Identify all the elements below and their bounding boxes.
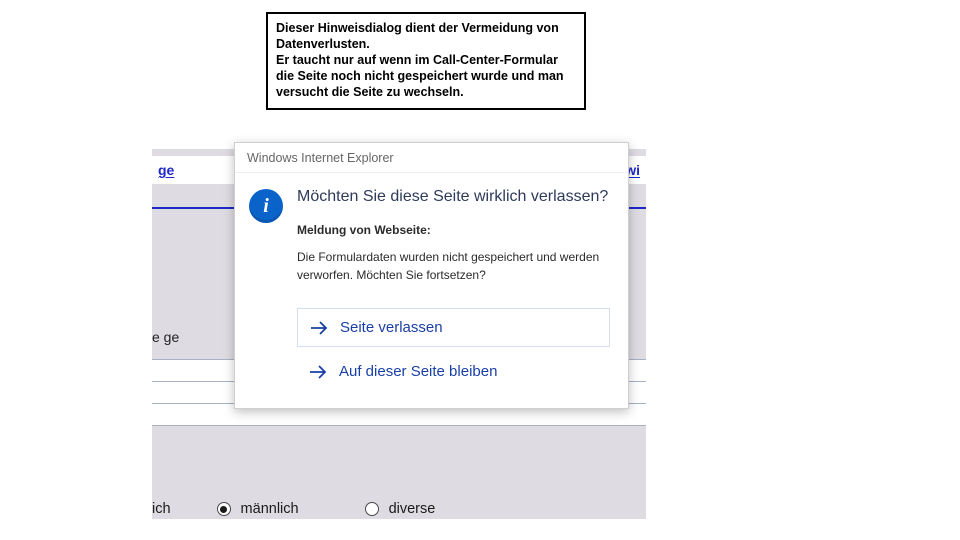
info-glyph: i	[263, 195, 269, 218]
radio-male-label: männlich	[241, 501, 299, 517]
explanation-line-2: Er taucht nur auf wenn im Call-Center-Fo…	[276, 53, 564, 99]
explanation-line-1: Dieser Hinweisdialog dient der Vermeidun…	[276, 21, 559, 51]
stay-on-page-button[interactable]: Auf dieser Seite bleiben	[297, 353, 610, 390]
dialog-subheading: Meldung von Webseite:	[297, 223, 610, 237]
gender-radio-group: ich männlich diverse	[152, 501, 435, 517]
radio-diverse-label: diverse	[389, 501, 436, 517]
explanation-box: Dieser Hinweisdialog dient der Vermeidun…	[266, 12, 586, 110]
leave-page-label: Seite verlassen	[340, 319, 443, 336]
leave-page-button[interactable]: Seite verlassen	[297, 308, 610, 347]
arrow-right-icon	[310, 321, 330, 335]
arrow-right-icon	[309, 365, 329, 379]
info-icon: i	[249, 189, 283, 223]
dialog-heading: Möchten Sie diese Seite wirklich verlass…	[297, 187, 610, 207]
radio-diverse[interactable]	[365, 502, 379, 516]
section-hint-left: e ge	[152, 329, 179, 345]
ie-leave-page-dialog: Windows Internet Explorer i Möchten Sie …	[234, 142, 629, 409]
top-link-left[interactable]: ge	[158, 162, 174, 178]
stay-on-page-label: Auf dieser Seite bleiben	[339, 363, 497, 380]
radio-male[interactable]	[217, 502, 231, 516]
dialog-titlebar: Windows Internet Explorer	[235, 143, 628, 173]
dialog-window-title: Windows Internet Explorer	[247, 151, 394, 165]
dialog-message: Die Formulardaten wurden nicht gespeiche…	[297, 249, 610, 284]
radio-group-label-fragment: ich	[152, 501, 171, 517]
